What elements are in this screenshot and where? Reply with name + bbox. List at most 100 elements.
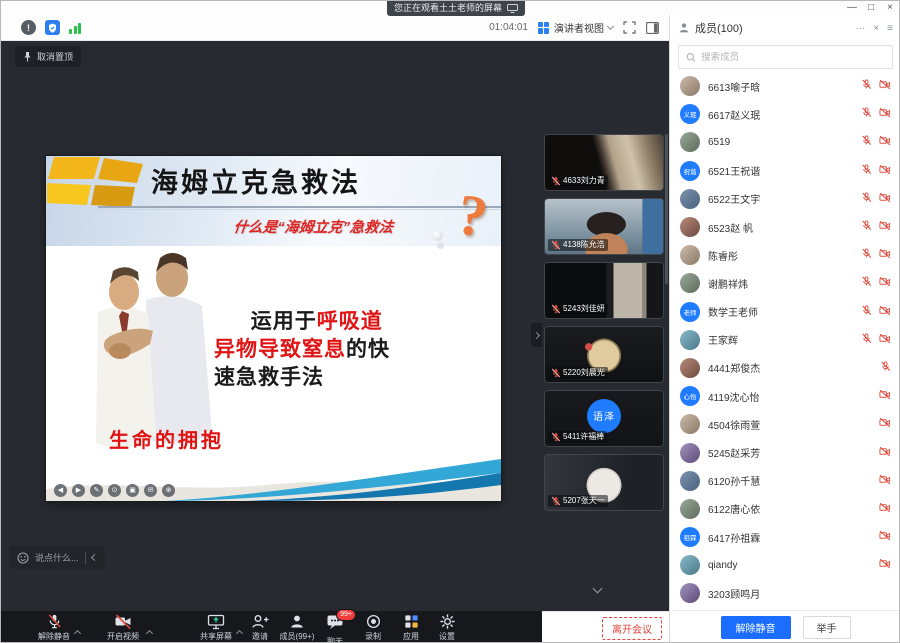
slide-control-icon[interactable]: ✎ — [90, 484, 103, 497]
member-row[interactable]: 6120孙千慧 — [670, 467, 900, 495]
video-thumbnail[interactable]: 5207张天一 — [544, 454, 664, 511]
unmute-all-button[interactable]: 解除静音 — [721, 616, 791, 639]
slide-control-icon[interactable]: ⊙ — [108, 484, 121, 497]
member-status-icons — [855, 190, 891, 208]
camera-off-icon — [879, 77, 891, 95]
member-name: 3203顾鸣月 — [708, 586, 847, 601]
settings-button[interactable]: 设置 — [424, 613, 470, 642]
minimize-button[interactable]: — — [846, 1, 858, 15]
avatar: 语泽 — [587, 399, 621, 433]
member-row[interactable]: 6613喻子晗 — [670, 72, 900, 100]
member-row[interactable]: 义珉 6617赵义珉 — [670, 100, 900, 128]
avatar — [680, 414, 700, 434]
member-list: 6613喻子晗 义珉 6617赵义珉 — [670, 72, 900, 610]
participant-name-tag: 5243刘佳妍 — [548, 303, 608, 315]
avatar — [680, 443, 700, 463]
slide-control-icon[interactable]: ◀ — [54, 484, 67, 497]
view-grid-icon — [538, 22, 550, 34]
member-row[interactable]: 祝谐 6521王祝谐 — [670, 157, 900, 185]
quick-chat-pill[interactable]: 说点什么... — [9, 546, 105, 569]
member-status-icons — [855, 331, 891, 349]
member-row[interactable]: 心怡 4119沈心怡 — [670, 382, 900, 410]
title-rule — [98, 206, 501, 208]
mic-muted-icon — [861, 133, 872, 151]
camera-off-icon — [879, 415, 891, 433]
member-row[interactable]: 老师 数学王老师 — [670, 298, 900, 326]
camera-off-icon — [879, 556, 891, 574]
member-panel-header: 成员(100) ··· × ≡ — [670, 15, 900, 41]
member-row[interactable]: 5245赵采芳 — [670, 438, 900, 466]
member-row[interactable]: 祖霖 6417孙祖霖 — [670, 523, 900, 551]
strip-collapse-toggle[interactable] — [531, 323, 542, 347]
camera-off-icon — [879, 472, 891, 490]
layout-panel-button[interactable] — [646, 22, 659, 34]
camera-off-icon — [879, 500, 891, 518]
member-row[interactable]: 6519 — [670, 128, 900, 156]
member-row[interactable]: qiandy — [670, 551, 900, 579]
mic-muted-icon — [551, 304, 561, 314]
mic-muted-icon — [861, 162, 872, 180]
slide-control-icon[interactable]: ✉ — [144, 484, 157, 497]
scroll-down-arrow[interactable] — [594, 579, 601, 597]
member-more-button[interactable]: ··· — [855, 23, 865, 34]
participant-name: 4633刘力青 — [563, 175, 605, 187]
member-name: 王家辉 — [708, 332, 847, 347]
video-thumbnail[interactable]: 语泽 5411许福棒 — [544, 390, 664, 447]
avatar — [680, 132, 700, 152]
mic-muted-icon — [861, 77, 872, 95]
smiley-icon — [17, 552, 29, 564]
mic-muted-icon — [861, 218, 872, 236]
slide-control-icon[interactable]: ⊕ — [162, 484, 175, 497]
video-thumbnail[interactable]: 5220刘晨光 — [544, 326, 664, 383]
collapse-chat-icon[interactable] — [90, 554, 97, 561]
meeting-topbar: ! 01:04:01 演讲者视图 — [1, 15, 669, 41]
camera-off-icon — [879, 274, 891, 292]
member-row[interactable]: 6523赵 帆 — [670, 213, 900, 241]
member-row[interactable]: 6122唐心依 — [670, 495, 900, 523]
slide-control-icon[interactable]: ▶ — [72, 484, 85, 497]
member-row[interactable]: 3203顾鸣月 — [670, 579, 900, 607]
camera-off-icon — [879, 331, 891, 349]
strip-scrollbar[interactable] — [665, 134, 668, 284]
member-close-button[interactable]: × — [873, 23, 879, 34]
member-name: 6521王祝谐 — [708, 163, 847, 178]
security-shield-icon[interactable] — [45, 20, 60, 35]
slide-control-icon[interactable]: ▣ — [126, 484, 139, 497]
raise-hand-button[interactable]: 举手 — [803, 616, 851, 639]
maximize-button[interactable]: □ — [865, 1, 877, 15]
avatar — [680, 76, 700, 96]
video-options-chevron[interactable] — [147, 623, 152, 641]
member-status-icons — [855, 444, 891, 462]
member-status-icons — [855, 77, 891, 95]
network-signal-icon — [69, 22, 81, 34]
meeting-toolbar: 解除静音 开启视频 共享屏幕 — [1, 611, 542, 643]
close-button[interactable]: × — [884, 1, 896, 15]
window-titlebar: 您正在观看土土老师的屏幕 — □ × — [1, 1, 899, 15]
video-thumbnail[interactable]: 4138陈允浩 — [544, 198, 664, 255]
unpin-button[interactable]: 取消置顶 — [15, 46, 81, 67]
member-row[interactable]: 6522王文宇 — [670, 185, 900, 213]
video-thumbnail[interactable]: 5243刘佳妍 — [544, 262, 664, 319]
share-screen-label: 共享屏幕 — [200, 631, 232, 642]
avatar — [680, 555, 700, 575]
screen-icon — [507, 4, 518, 13]
panel-menu-button[interactable]: ≡ — [887, 23, 893, 34]
member-row[interactable]: 4504徐雨萱 — [670, 410, 900, 438]
view-mode-switcher[interactable]: 演讲者视图 — [538, 20, 613, 35]
member-search-input[interactable] — [701, 52, 885, 63]
share-screen-button[interactable]: 共享屏幕 — [193, 613, 239, 642]
member-row[interactable]: 陈睿彤 — [670, 241, 900, 269]
member-name: 6120孙千慧 — [708, 473, 847, 488]
mic-options-chevron[interactable] — [75, 623, 80, 641]
member-row[interactable]: 王家辉 — [670, 326, 900, 354]
video-thumbnail[interactable]: 4633刘力青 — [544, 134, 664, 191]
start-video-button[interactable]: 开启视频 — [100, 613, 146, 642]
leave-meeting-button[interactable]: 离开会议 — [602, 617, 662, 640]
network-info-icon[interactable]: ! — [21, 20, 36, 35]
member-row[interactable]: 谢鹏祥炜 — [670, 269, 900, 297]
fullscreen-button[interactable] — [623, 21, 636, 34]
member-status-icons — [855, 303, 891, 321]
member-row[interactable]: 4441郑俊杰 — [670, 354, 900, 382]
member-name: 4504徐雨萱 — [708, 417, 847, 432]
unmute-button[interactable]: 解除静音 — [31, 613, 77, 642]
